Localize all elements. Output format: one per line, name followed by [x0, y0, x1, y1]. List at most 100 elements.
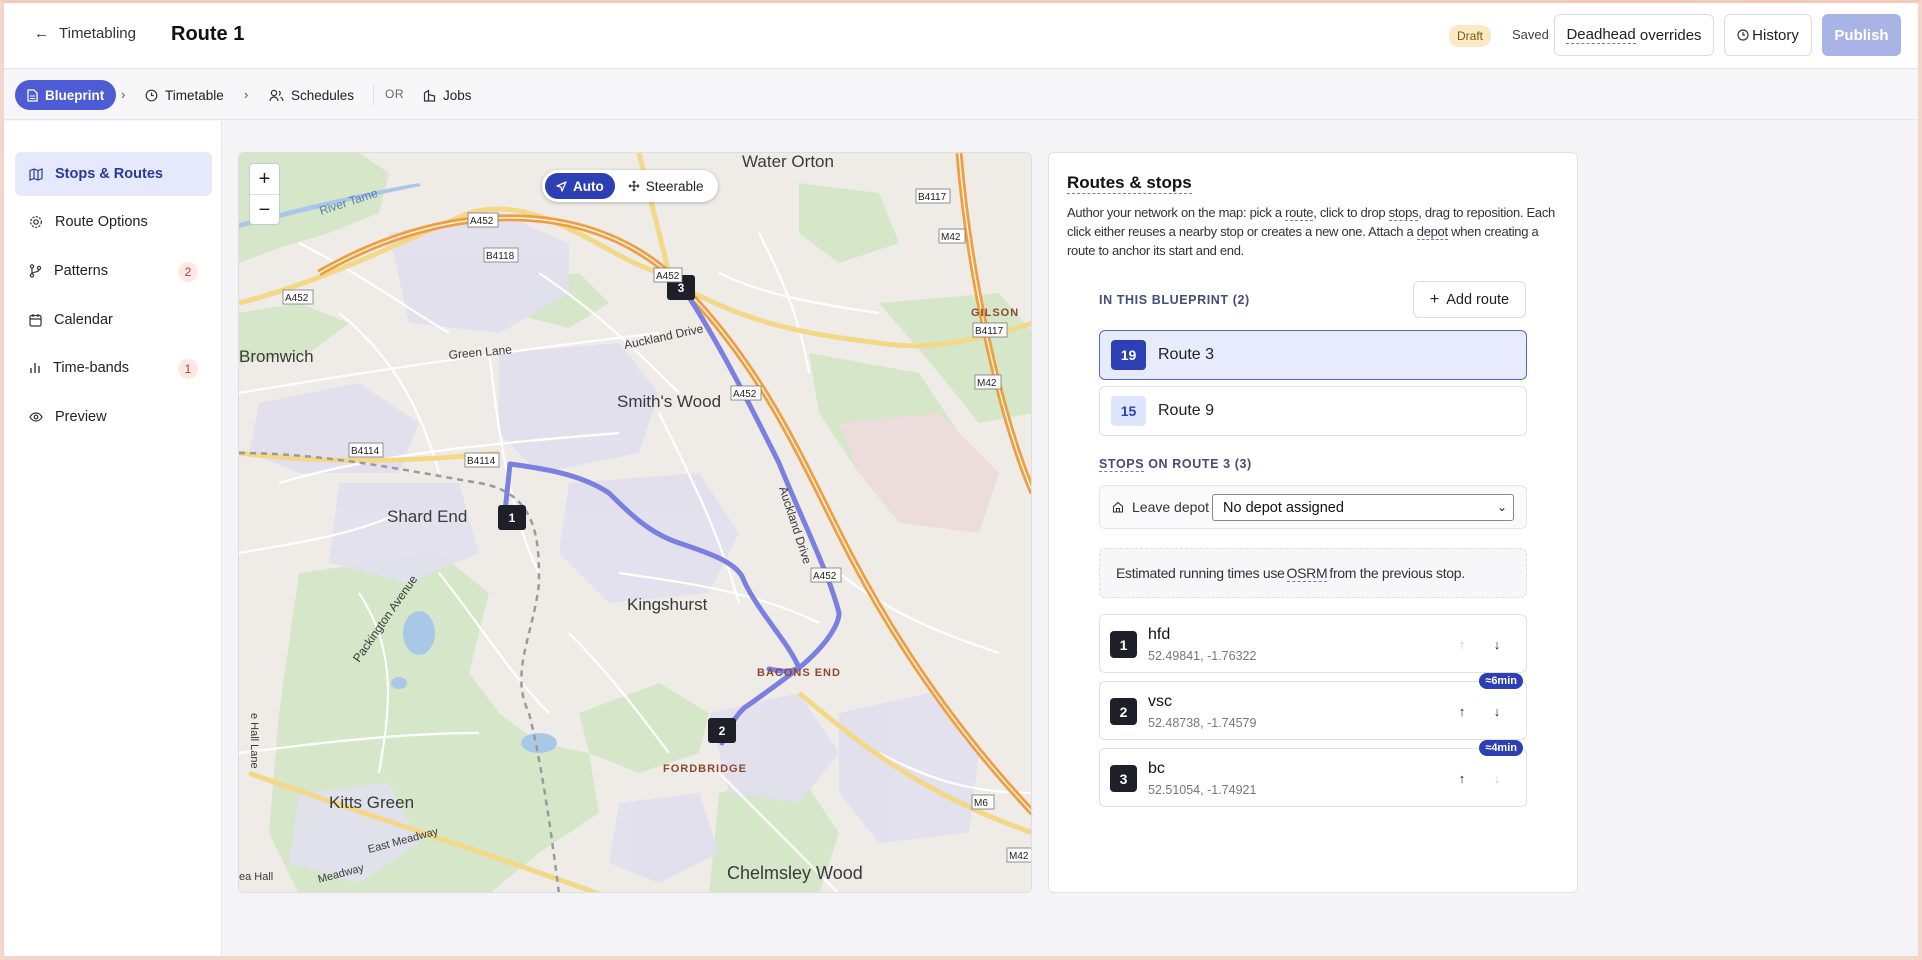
bar-chart-icon: [30, 363, 40, 373]
stop-name: bc: [1148, 760, 1165, 777]
sidebar-item-label: Stops & Routes: [55, 166, 163, 182]
routing-mode-toggle: Auto Steerable: [542, 170, 718, 202]
mode-auto-label: Auto: [573, 178, 604, 194]
label-hall-lane: e Hall Lane: [248, 713, 260, 769]
place-fordbridge: FORDBRIDGE: [663, 763, 747, 775]
zoom-in-button[interactable]: +: [250, 164, 279, 194]
road-shield: A452: [656, 271, 680, 282]
move-up-icon: ↑: [1458, 636, 1466, 652]
desc-text: , click to drop: [1313, 205, 1389, 220]
move-icon: [628, 180, 640, 192]
place-lea-hall: ea Hall: [239, 871, 273, 883]
top-bar: ← Timetabling Route 1 Draft Saved Deadhe…: [4, 3, 1918, 69]
road-shield: M6: [974, 798, 988, 809]
road-shield: B4117: [918, 192, 947, 203]
nav-schedules-label: Schedules: [291, 87, 355, 103]
zoom-control: + −: [249, 163, 280, 225]
road-shield: A452: [813, 571, 837, 582]
time-bands-count-badge: 1: [178, 359, 198, 379]
move-down-icon[interactable]: ↓: [1488, 635, 1506, 653]
depot-select[interactable]: No depot assigned ⌄: [1212, 494, 1514, 521]
page-title: Route 1: [171, 23, 245, 45]
desc-text: Author your network on the map: pick a: [1067, 205, 1286, 220]
clock-icon: [145, 89, 158, 101]
stop-name: hfd: [1148, 626, 1171, 643]
eta-badge: ≈4min: [1479, 740, 1523, 756]
osrm-term: OSRM: [1286, 564, 1328, 582]
stop-name: vsc: [1148, 693, 1172, 710]
map-icon: [29, 167, 43, 181]
desc-route-term: route: [1285, 205, 1314, 221]
routes-stops-panel: Routes & stops Author your network on th…: [1048, 152, 1578, 893]
users-icon: [269, 89, 284, 101]
route-name: Route 9: [1158, 402, 1215, 419]
place-kingshurst: Kingshurst: [627, 595, 708, 614]
eta-badge: ≈6min: [1479, 673, 1523, 689]
nav-schedules[interactable]: Schedules: [269, 80, 354, 110]
branch-icon: [29, 264, 42, 278]
move-up-icon[interactable]: ↑: [1453, 769, 1471, 787]
nav-or-label: OR: [385, 87, 404, 101]
place-shard-end: Shard End: [387, 507, 467, 526]
stop-sequence-badge: 2: [1110, 698, 1137, 725]
nav-blueprint-label: Blueprint: [45, 87, 105, 103]
add-route-button[interactable]: + Add route: [1413, 281, 1526, 318]
sidebar-item-preview[interactable]: Preview: [15, 395, 212, 439]
road-shield: A452: [733, 389, 757, 400]
nav-jobs[interactable]: Jobs: [423, 80, 472, 110]
stop-sequence-badge: 1: [1110, 631, 1137, 658]
deadhead-label: Deadhead: [1566, 26, 1636, 44]
stop-row[interactable]: ≈6min 2 vsc 52.48738, -1.74579 ↑ ↓: [1099, 673, 1527, 740]
stop-coordinates: 52.51054, -1.74921: [1148, 783, 1257, 797]
move-down-icon: ↓: [1493, 770, 1501, 786]
stop-marker-2[interactable]: 2: [719, 724, 726, 738]
document-icon: [27, 88, 38, 102]
place-smiths-wood: Smith's Wood: [617, 392, 721, 411]
stop-marker-1[interactable]: 1: [509, 511, 516, 525]
sidebar-item-time-bands[interactable]: Time-bands 1: [15, 346, 212, 390]
publish-button[interactable]: Publish: [1822, 14, 1901, 56]
road-shield: A452: [285, 293, 309, 304]
route-list-item-route-9[interactable]: 15 Route 9: [1099, 386, 1527, 436]
mode-steerable-label: Steerable: [645, 178, 704, 194]
nav-blueprint[interactable]: Blueprint: [15, 80, 117, 110]
route-list-item-route-3[interactable]: 19 Route 3: [1099, 330, 1527, 380]
mode-auto-button[interactable]: Auto: [545, 173, 615, 199]
road-shield: M42: [977, 378, 997, 389]
place-water-orton: Water Orton: [742, 153, 834, 171]
history-label: History: [1752, 26, 1799, 44]
info-text: Estimated running times use: [1116, 565, 1285, 581]
stop-marker-3[interactable]: 3: [678, 281, 685, 295]
stop-row[interactable]: ≈4min 3 bc 52.51054, -1.74921 ↑ ↓: [1099, 740, 1527, 807]
depot-select-value: No depot assigned: [1223, 499, 1344, 516]
sidebar-item-label: Patterns: [54, 263, 108, 279]
patterns-count-badge: 2: [178, 262, 198, 282]
move-up-icon[interactable]: ↑: [1453, 702, 1471, 720]
zoom-out-button[interactable]: −: [250, 195, 279, 225]
sidebar-item-patterns[interactable]: Patterns 2: [15, 249, 212, 293]
route-map[interactable]: 1 2 3 Water Orton GILSON Bromwich Smith'…: [238, 152, 1032, 893]
sidebar-item-label: Calendar: [54, 312, 113, 328]
left-sidebar: Stops & Routes Route Options Patterns 2 …: [4, 121, 222, 957]
sidebar-item-calendar[interactable]: Calendar: [15, 298, 212, 342]
stop-row[interactable]: 1 hfd 52.49841, -1.76322 ↑ ↓: [1099, 614, 1527, 673]
nav-timetable[interactable]: Timetable: [145, 80, 224, 110]
move-down-icon[interactable]: ↓: [1488, 702, 1506, 720]
sidebar-item-label: Time-bands: [53, 360, 130, 376]
info-text: from the previous stop.: [1329, 565, 1465, 581]
deadhead-overrides-button[interactable]: Deadhead overrides: [1554, 14, 1714, 56]
back-link[interactable]: ← Timetabling: [34, 25, 136, 42]
map-canvas[interactable]: 1 2 3 Water Orton GILSON Bromwich Smith'…: [239, 153, 1032, 893]
sidebar-item-route-options[interactable]: Route Options: [15, 200, 212, 244]
in-blueprint-label: IN THIS BLUEPRINT (2): [1099, 293, 1250, 307]
clock-icon: [1737, 29, 1749, 41]
road-shield: B4118: [486, 251, 515, 262]
arrow-left-icon: ←: [34, 25, 49, 42]
nav-jobs-label: Jobs: [443, 87, 472, 103]
mode-steerable-button[interactable]: Steerable: [617, 173, 715, 199]
sidebar-item-label: Route Options: [55, 214, 148, 230]
route-name: Route 3: [1158, 346, 1215, 363]
sidebar-item-stops-routes[interactable]: Stops & Routes: [15, 152, 212, 196]
stage-nav: Blueprint › Timetable › Schedules OR Job…: [4, 70, 1918, 120]
history-button[interactable]: History: [1724, 14, 1812, 56]
